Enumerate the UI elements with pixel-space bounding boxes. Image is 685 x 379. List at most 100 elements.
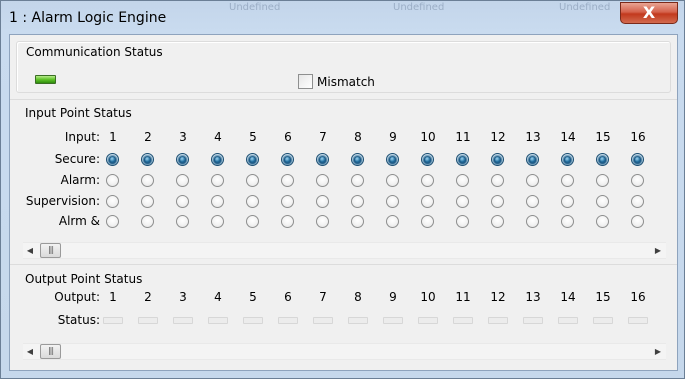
secure-radio-1[interactable] xyxy=(106,153,119,166)
output-column-number: 9 xyxy=(389,290,397,304)
communication-status-title: Communication Status xyxy=(26,45,163,59)
output-status-indicator-14 xyxy=(558,317,578,324)
alrm-radio-10[interactable] xyxy=(421,215,434,228)
secure-radio-15[interactable] xyxy=(596,153,609,166)
output-column-number: 7 xyxy=(319,290,327,304)
secure-radio-8[interactable] xyxy=(351,153,364,166)
input-point-status-group: Input Point Status Input: Secure: Alarm:… xyxy=(16,106,671,262)
output-point-status-title: Output Point Status xyxy=(25,272,143,286)
output-status-indicator-15 xyxy=(593,317,613,324)
output-status-indicator-7 xyxy=(313,317,333,324)
alarm-radio-2[interactable] xyxy=(141,174,154,187)
alarm-radio-16[interactable] xyxy=(631,174,644,187)
output-status-indicator-2 xyxy=(138,317,158,324)
alrm-radio-3[interactable] xyxy=(176,215,189,228)
output-status-indicator-16 xyxy=(628,317,648,324)
secure-radio-6[interactable] xyxy=(281,153,294,166)
secure-radio-7[interactable] xyxy=(316,153,329,166)
close-button[interactable]: X xyxy=(620,2,678,24)
alarm-radio-5[interactable] xyxy=(246,174,259,187)
secure-radio-5[interactable] xyxy=(246,153,259,166)
alrm-radio-6[interactable] xyxy=(281,215,294,228)
alrm-radio-16[interactable] xyxy=(631,215,644,228)
alarm-radio-6[interactable] xyxy=(281,174,294,187)
supervision-radio-4[interactable] xyxy=(211,195,224,208)
secure-radio-9[interactable] xyxy=(386,153,399,166)
communication-led-indicator xyxy=(35,75,56,84)
scroll-right-icon[interactable]: ▶ xyxy=(651,344,665,359)
secure-radio-14[interactable] xyxy=(561,153,574,166)
secure-radio-13[interactable] xyxy=(526,153,539,166)
secure-radio-16[interactable] xyxy=(631,153,644,166)
ghost-text-1: Undefined xyxy=(229,2,281,13)
scroll-right-icon[interactable]: ▶ xyxy=(651,243,665,258)
alarm-radio-15[interactable] xyxy=(596,174,609,187)
secure-radio-4[interactable] xyxy=(211,153,224,166)
secure-radio-2[interactable] xyxy=(141,153,154,166)
alrm-radio-7[interactable] xyxy=(316,215,329,228)
supervision-radio-11[interactable] xyxy=(456,195,469,208)
output-column-number: 12 xyxy=(490,290,506,304)
supervision-radio-1[interactable] xyxy=(106,195,119,208)
alarm-radio-7[interactable] xyxy=(316,174,329,187)
alrm-radio-12[interactable] xyxy=(491,215,504,228)
alarm-radio-3[interactable] xyxy=(176,174,189,187)
alarm-radio-13[interactable] xyxy=(526,174,539,187)
alarm-radio-9[interactable] xyxy=(386,174,399,187)
alrm-radio-13[interactable] xyxy=(526,215,539,228)
alrm-radio-2[interactable] xyxy=(141,215,154,228)
secure-radio-3[interactable] xyxy=(176,153,189,166)
alarm-logic-engine-window: Undefined Undefined Undefined 1 : Alarm … xyxy=(0,0,685,379)
alrm-radio-4[interactable] xyxy=(211,215,224,228)
supervision-radio-2[interactable] xyxy=(141,195,154,208)
mismatch-label: Mismatch xyxy=(317,75,375,89)
alrm-radio-14[interactable] xyxy=(561,215,574,228)
supervision-radio-15[interactable] xyxy=(596,195,609,208)
scroll-left-icon[interactable]: ◀ xyxy=(23,243,37,258)
supervision-radio-10[interactable] xyxy=(421,195,434,208)
input-column-number: 14 xyxy=(560,130,576,144)
input-horizontal-scrollbar[interactable]: ◀ ||| ▶ xyxy=(23,242,666,259)
alarm-radio-8[interactable] xyxy=(351,174,364,187)
secure-radio-10[interactable] xyxy=(421,153,434,166)
alarm-radio-11[interactable] xyxy=(456,174,469,187)
alrm-radio-8[interactable] xyxy=(351,215,364,228)
alarm-radio-1[interactable] xyxy=(106,174,119,187)
ghost-text-2: Undefined xyxy=(393,2,445,13)
supervision-radio-3[interactable] xyxy=(176,195,189,208)
close-icon: X xyxy=(642,3,656,22)
alrm-radio-11[interactable] xyxy=(456,215,469,228)
mismatch-checkbox[interactable] xyxy=(298,74,313,89)
scroll-thumb[interactable]: ||| xyxy=(40,243,61,258)
supervision-radio-6[interactable] xyxy=(281,195,294,208)
supervision-radio-14[interactable] xyxy=(561,195,574,208)
scroll-thumb[interactable]: ||| xyxy=(40,344,61,359)
alarm-radio-14[interactable] xyxy=(561,174,574,187)
output-column-number: 4 xyxy=(214,290,222,304)
scroll-left-icon[interactable]: ◀ xyxy=(23,344,37,359)
input-column-number: 10 xyxy=(420,130,436,144)
alrm-radio-15[interactable] xyxy=(596,215,609,228)
supervision-radio-5[interactable] xyxy=(246,195,259,208)
output-column-number: 1 xyxy=(109,290,117,304)
alarm-radio-12[interactable] xyxy=(491,174,504,187)
supervision-radio-8[interactable] xyxy=(351,195,364,208)
secure-radio-11[interactable] xyxy=(456,153,469,166)
alarm-radio-4[interactable] xyxy=(211,174,224,187)
alarm-radio-10[interactable] xyxy=(421,174,434,187)
output-status-indicator-12 xyxy=(488,317,508,324)
supervision-radio-12[interactable] xyxy=(491,195,504,208)
alrm-radio-9[interactable] xyxy=(386,215,399,228)
alrm-radio-1[interactable] xyxy=(106,215,119,228)
supervision-radio-7[interactable] xyxy=(316,195,329,208)
separator-1 xyxy=(10,99,677,100)
supervision-radio-9[interactable] xyxy=(386,195,399,208)
secure-radio-12[interactable] xyxy=(491,153,504,166)
alrm-radio-5[interactable] xyxy=(246,215,259,228)
supervision-radio-13[interactable] xyxy=(526,195,539,208)
output-column-number: 16 xyxy=(630,290,646,304)
input-column-number: 4 xyxy=(214,130,222,144)
supervision-radio-16[interactable] xyxy=(631,195,644,208)
output-horizontal-scrollbar[interactable]: ◀ ||| ▶ xyxy=(23,343,666,360)
title-bar[interactable]: Undefined Undefined Undefined 1 : Alarm … xyxy=(1,1,684,35)
